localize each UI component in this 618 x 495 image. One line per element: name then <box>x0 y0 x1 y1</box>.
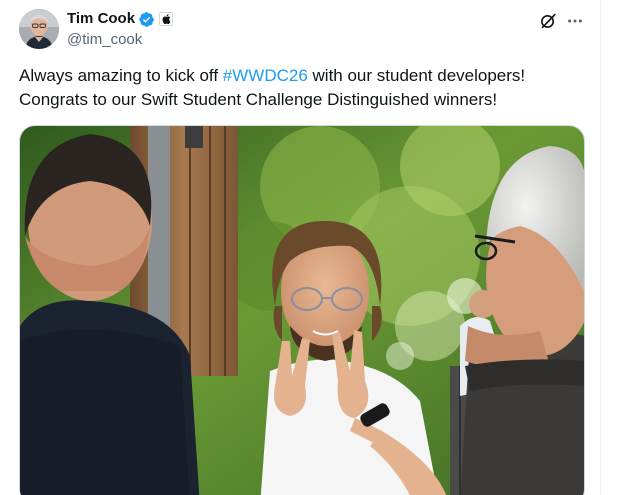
more-options-button[interactable] <box>565 11 585 31</box>
tweet-text-line1-suffix: with our student developers! <box>307 66 526 85</box>
apple-logo-icon[interactable] <box>159 12 174 26</box>
author-info: Tim Cook @tim_cook <box>67 9 174 50</box>
grok-slash-icon <box>541 13 556 29</box>
tweet-text: Always amazing to kick off #WWDC26 with … <box>19 64 589 111</box>
more-options-icon <box>568 19 582 23</box>
tweet-header: Tim Cook @tim_cook <box>19 7 589 51</box>
photo-image <box>20 126 584 495</box>
timeline-divider <box>600 0 601 495</box>
grok-button[interactable] <box>538 11 558 31</box>
hashtag-link[interactable]: #WWDC26 <box>223 66 308 85</box>
tweet-card: Tim Cook @tim_cook Always amazing to kic… <box>0 0 618 495</box>
author-handle[interactable]: @tim_cook <box>67 30 173 50</box>
author-display-name[interactable]: Tim Cook <box>67 9 135 29</box>
tweet-text-line2: Congrats to our Swift Student Challenge … <box>19 89 498 109</box>
author-name-row: Tim Cook <box>67 9 174 29</box>
avatar-photo <box>19 9 59 49</box>
tweet-text-line1-prefix: Always amazing to kick off <box>19 66 223 85</box>
verified-badge-icon[interactable] <box>138 11 155 28</box>
tweet-photo[interactable] <box>19 125 585 495</box>
avatar[interactable] <box>19 9 59 49</box>
